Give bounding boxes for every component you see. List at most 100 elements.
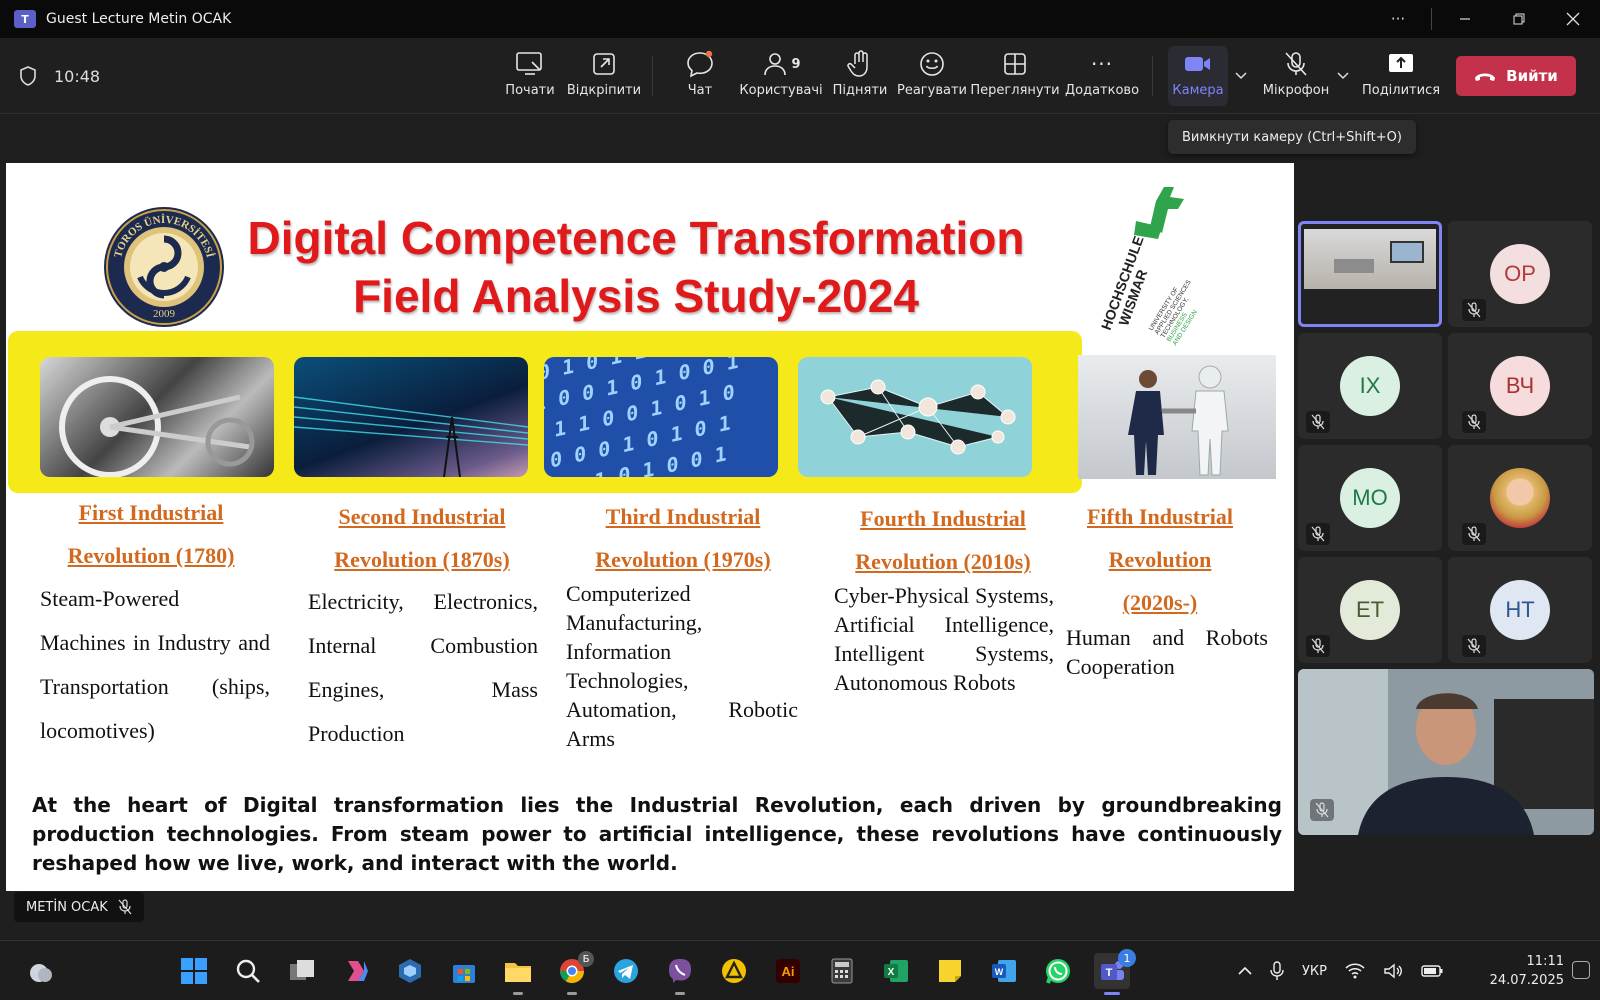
svg-text:2009: 2009 <box>153 308 176 320</box>
keyboard-language[interactable]: УКР <box>1302 964 1327 979</box>
avatar: ET <box>1340 580 1400 640</box>
restore-icon <box>1513 13 1525 25</box>
participant-tile-room[interactable] <box>1298 221 1442 327</box>
share-label: Поділитися <box>1361 83 1441 98</box>
volume-icon[interactable] <box>1383 963 1403 979</box>
hang-up-icon <box>1475 73 1496 81</box>
more-label: Додатково <box>1064 83 1140 98</box>
chevron-up-icon[interactable] <box>1238 966 1252 976</box>
pop-out-icon <box>593 53 615 75</box>
mic-off-icon <box>1306 411 1330 433</box>
sticky-notes-icon[interactable] <box>932 953 968 989</box>
grid-view-icon <box>1004 53 1026 75</box>
windows-taskbar: Б Ai X W T 1 УКР 11:11 24.07.2025 <box>0 940 1600 1000</box>
react-button[interactable]: Реагувати <box>896 48 968 104</box>
mic-off-icon <box>1462 523 1486 545</box>
minimize-button[interactable] <box>1438 0 1492 38</box>
camera-tooltip: Вимкнути камеру (Ctrl+Shift+O) <box>1168 120 1416 154</box>
microphone-label: Мікрофон <box>1262 83 1330 98</box>
word-icon[interactable]: W <box>986 953 1022 989</box>
human-robot-handshake-image <box>1078 355 1276 479</box>
running-indicator <box>567 992 577 995</box>
battery-icon[interactable] <box>1421 965 1443 977</box>
more-icon: ··· <box>1090 52 1114 76</box>
start-menu-icon[interactable] <box>176 953 212 989</box>
clock-time: 11:11 <box>1526 954 1564 969</box>
microphone-icon[interactable] <box>1270 961 1284 981</box>
participant-tile-photo[interactable] <box>1448 445 1592 551</box>
chat-label: Чат <box>687 83 713 98</box>
viber-icon[interactable] <box>662 953 698 995</box>
microphone-button[interactable]: Мікрофон <box>1260 48 1332 104</box>
rev-2-description: Electricity, Electronics, Internal Combu… <box>308 589 538 746</box>
teams-taskbar-icon[interactable]: T 1 <box>1094 949 1136 995</box>
more-options-icon[interactable]: ··· <box>1371 0 1425 38</box>
system-clock[interactable]: 11:11 24.07.2025 <box>1474 952 1564 990</box>
store-icon[interactable] <box>446 953 482 989</box>
chrome-icon[interactable]: Б <box>554 951 594 995</box>
presenter-video-feed <box>1298 669 1594 835</box>
participant-tile-ix[interactable]: IX <box>1298 333 1442 439</box>
copilot-icon[interactable] <box>338 953 374 989</box>
illustrator-icon[interactable]: Ai <box>770 953 806 989</box>
close-icon <box>1566 12 1580 26</box>
minimize-icon <box>1460 18 1470 20</box>
whatsapp-icon[interactable] <box>1040 953 1076 989</box>
task-view-icon[interactable] <box>284 953 320 989</box>
more-button[interactable]: ··· Додатково <box>1064 48 1140 104</box>
unpin-button[interactable]: Відкріпити <box>566 48 642 104</box>
presenter-video[interactable] <box>1298 669 1594 835</box>
excel-icon[interactable]: X <box>878 953 914 989</box>
wifi-icon[interactable] <box>1345 963 1365 979</box>
network-people-image <box>798 357 1032 477</box>
leave-button[interactable]: Вийти <box>1456 56 1576 96</box>
power-lines-image <box>294 357 528 477</box>
archicad-icon[interactable] <box>716 953 752 989</box>
share-icon <box>1389 54 1413 72</box>
rev-1-heading: First Industrial Revolution (1780) <box>67 500 235 568</box>
view-button[interactable]: Переглянути <box>970 48 1060 104</box>
participant-tile-ht[interactable]: HT <box>1448 557 1592 663</box>
leave-label: Вийти <box>1506 67 1558 85</box>
virtualbox-icon[interactable] <box>392 953 428 989</box>
close-button[interactable] <box>1546 0 1600 38</box>
presenter-name-tag: METİN OCAK <box>14 892 144 922</box>
running-indicator <box>1104 992 1120 995</box>
raise-hand-button[interactable]: Підняти <box>830 48 890 104</box>
avatar: OP <box>1490 244 1550 304</box>
people-count: 9 <box>791 56 801 72</box>
clock-date: 24.07.2025 <box>1489 973 1564 988</box>
start-button[interactable]: Почати <box>496 48 564 104</box>
window-controls: ··· <box>1371 0 1600 38</box>
camera-button[interactable]: Камера <box>1168 46 1228 106</box>
notifications-icon[interactable] <box>1572 961 1590 979</box>
search-icon[interactable] <box>230 953 266 989</box>
rev-2-heading: Second Industrial Revolution (1870s) <box>334 504 510 572</box>
rev-4-description: Cyber-Physical Systems, Artificial Intel… <box>834 583 1054 695</box>
share-button[interactable]: Поділитися <box>1362 48 1440 104</box>
restore-button[interactable] <box>1492 0 1546 38</box>
participant-tile-op[interactable]: OP <box>1448 221 1592 327</box>
system-tray: УКР <box>1238 941 1443 1000</box>
participant-tile-et[interactable]: ET <box>1298 557 1442 663</box>
rev-5-description: Human and Robots Cooperation <box>1066 625 1268 679</box>
meeting-timer: 10:48 <box>54 66 101 86</box>
participant-tile-mo[interactable]: MO <box>1298 445 1442 551</box>
mic-off-icon <box>1462 411 1486 433</box>
mic-off-icon <box>1462 299 1486 321</box>
mic-off-icon <box>1306 523 1330 545</box>
mic-options-chevron-icon[interactable] <box>1336 66 1350 85</box>
participant-tile-vch[interactable]: ВЧ <box>1448 333 1592 439</box>
shield-icon[interactable] <box>18 65 38 87</box>
telegram-icon[interactable] <box>608 953 644 989</box>
avatar-photo <box>1490 468 1550 528</box>
people-button[interactable]: 9 Користувачі <box>739 48 823 104</box>
weather-icon[interactable] <box>22 953 58 989</box>
slide-title-line-2: Field Analysis Study-2024 <box>353 270 919 322</box>
rev-3-heading: Third Industrial Revolution (1970s) <box>595 504 771 572</box>
calculator-icon[interactable] <box>824 953 860 989</box>
camera-options-chevron-icon[interactable] <box>1234 66 1248 85</box>
room-video <box>1304 229 1436 289</box>
chat-button[interactable]: Чат <box>670 48 730 104</box>
file-explorer-icon[interactable] <box>500 953 536 995</box>
